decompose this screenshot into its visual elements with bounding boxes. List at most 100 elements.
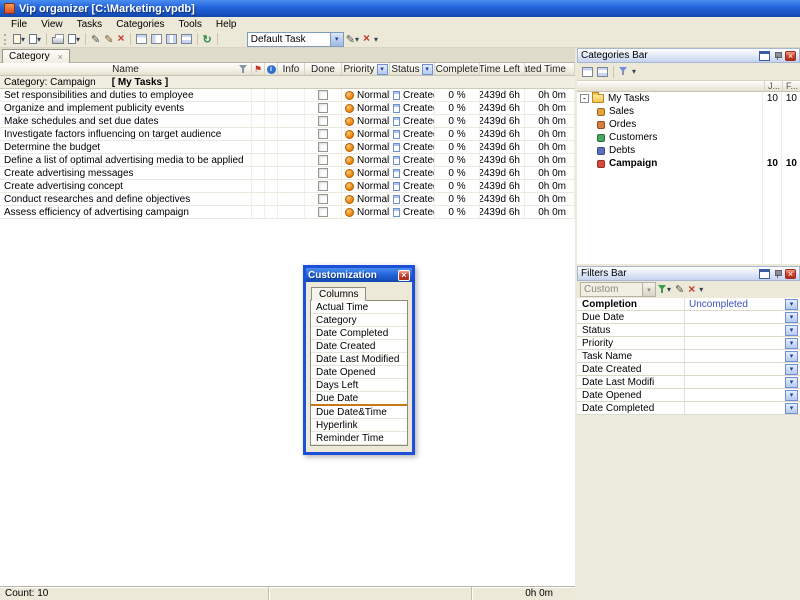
task-row[interactable]: Assess efficiency of advertising campaig… <box>0 206 575 219</box>
pin-icon[interactable] <box>772 51 783 61</box>
column-header-flag[interactable] <box>252 63 265 75</box>
new-filter-button[interactable] <box>656 282 673 297</box>
task-status-cell[interactable]: Created <box>390 180 435 192</box>
filter-row[interactable]: Task Name <box>577 350 800 363</box>
menu-item[interactable]: Tasks <box>70 19 110 30</box>
task-flag-cell[interactable] <box>252 193 265 205</box>
task-flag-cell[interactable] <box>252 206 265 218</box>
task-info-icon-cell[interactable] <box>265 141 278 153</box>
close-icon[interactable] <box>785 51 796 61</box>
category-tree-item[interactable]: Customers <box>577 131 800 144</box>
task-info-icon-cell[interactable] <box>265 102 278 114</box>
done-checkbox[interactable] <box>318 129 328 139</box>
task-row[interactable]: Make schedules and set due dates Normal … <box>0 115 575 128</box>
filter-row[interactable]: Completion Uncompleted <box>577 298 800 311</box>
task-row[interactable]: Define a list of optimal advertising med… <box>0 154 575 167</box>
print-preview-button[interactable] <box>66 32 82 47</box>
sync-button[interactable] <box>201 32 214 47</box>
edit-filter-button[interactable] <box>673 282 686 297</box>
tab-columns[interactable]: Columns <box>311 287 366 301</box>
menu-item[interactable]: Help <box>209 19 244 30</box>
view-split-button[interactable] <box>164 32 179 47</box>
task-flag-cell[interactable] <box>252 141 265 153</box>
column-list-item[interactable]: Hyperlink <box>311 419 407 432</box>
column-list-item[interactable]: Category <box>311 314 407 327</box>
new-category-button[interactable] <box>580 64 595 79</box>
view-grid-button[interactable] <box>149 32 164 47</box>
status-filter-dropdown-icon[interactable] <box>422 64 433 75</box>
rename-button[interactable] <box>102 32 115 47</box>
close-icon[interactable] <box>785 269 796 279</box>
clear-filter-button[interactable] <box>686 282 697 297</box>
tab-category[interactable]: Category <box>2 49 70 63</box>
float-panel-icon[interactable] <box>759 51 770 61</box>
task-status-cell[interactable]: Created <box>390 115 435 127</box>
filter-row[interactable]: Priority <box>577 337 800 350</box>
done-checkbox[interactable] <box>318 155 328 165</box>
combo-dropdown-icon[interactable] <box>642 283 655 296</box>
filter-funnel-icon[interactable] <box>239 65 248 74</box>
task-priority-cell[interactable]: Normal <box>342 154 390 166</box>
done-checkbox[interactable] <box>318 90 328 100</box>
tab-close-icon[interactable] <box>58 52 63 62</box>
filter-dropdown-icon[interactable] <box>785 390 798 401</box>
column-list-item[interactable]: Reminder Time <box>311 432 407 445</box>
filter-dropdown-icon[interactable] <box>785 377 798 388</box>
print-button[interactable] <box>50 32 66 47</box>
filter-value[interactable]: Uncompleted <box>685 299 785 310</box>
title-bar[interactable]: Vip organizer [C:\Marketing.vpdb] <box>0 0 800 17</box>
filters-bar-header[interactable]: Filters Bar <box>577 266 800 281</box>
task-row[interactable]: Conduct researches and define objectives… <box>0 193 575 206</box>
menu-item[interactable]: Categories <box>109 19 171 30</box>
task-status-cell[interactable]: Created <box>390 128 435 140</box>
filter-dropdown-icon[interactable] <box>785 403 798 414</box>
task-priority-cell[interactable]: Normal <box>342 128 390 140</box>
column-list-item[interactable]: Date Last Modified <box>311 353 407 366</box>
column-list-item[interactable]: Date Created <box>311 340 407 353</box>
filter-row[interactable]: Date Opened <box>577 389 800 402</box>
filter-dropdown-icon[interactable] <box>785 364 798 375</box>
task-flag-cell[interactable] <box>252 89 265 101</box>
task-info-icon-cell[interactable] <box>265 128 278 140</box>
task-info-icon-cell[interactable] <box>265 206 278 218</box>
new-task-button[interactable] <box>11 32 27 47</box>
compose-button[interactable] <box>344 32 361 47</box>
task-priority-cell[interactable]: Normal <box>342 167 390 179</box>
column-list-item[interactable]: Date Opened <box>311 366 407 379</box>
filter-row[interactable]: Date Last Modifi <box>577 376 800 389</box>
category-tree-item[interactable]: My Tasks 10 10 <box>577 92 800 105</box>
float-panel-icon[interactable] <box>759 269 770 279</box>
task-priority-cell[interactable]: Normal <box>342 206 390 218</box>
filter-dropdown-icon[interactable] <box>785 312 798 323</box>
task-priority-cell[interactable]: Normal <box>342 193 390 205</box>
priority-filter-dropdown-icon[interactable] <box>377 64 388 75</box>
view-list-button[interactable] <box>134 32 149 47</box>
group-header[interactable]: Category: Campaign [ My Tasks ] <box>0 76 575 89</box>
column-header-name[interactable]: Name <box>0 63 252 75</box>
tree-expand-icon[interactable] <box>580 94 589 103</box>
task-status-cell[interactable]: Created <box>390 102 435 114</box>
done-checkbox[interactable] <box>318 142 328 152</box>
category-tree-item[interactable]: Sales <box>577 105 800 118</box>
filter-dropdown-icon[interactable] <box>785 351 798 362</box>
filter-row[interactable]: Date Created <box>577 363 800 376</box>
category-tree-item[interactable]: Ordes <box>577 118 800 131</box>
task-info-icon-cell[interactable] <box>265 180 278 192</box>
task-status-cell[interactable]: Created <box>390 193 435 205</box>
dialog-title-bar[interactable]: Customization <box>306 268 412 282</box>
filter-categories-button[interactable] <box>617 64 630 79</box>
column-list-item[interactable]: Days Left <box>311 379 407 392</box>
task-priority-cell[interactable]: Normal <box>342 102 390 114</box>
task-row[interactable]: Set responsibilities and duties to emplo… <box>0 89 575 102</box>
task-flag-cell[interactable] <box>252 102 265 114</box>
filter-dropdown-icon[interactable] <box>785 325 798 336</box>
task-info-icon-cell[interactable] <box>265 167 278 179</box>
task-flag-cell[interactable] <box>252 167 265 179</box>
categories-column-1[interactable]: J... <box>764 81 782 91</box>
menu-item[interactable]: Tools <box>172 19 209 30</box>
column-header-complete[interactable]: Complete <box>435 63 480 75</box>
task-priority-cell[interactable]: Normal <box>342 89 390 101</box>
task-info-icon-cell[interactable] <box>265 154 278 166</box>
task-info-icon-cell[interactable] <box>265 115 278 127</box>
pin-icon[interactable] <box>772 269 783 279</box>
